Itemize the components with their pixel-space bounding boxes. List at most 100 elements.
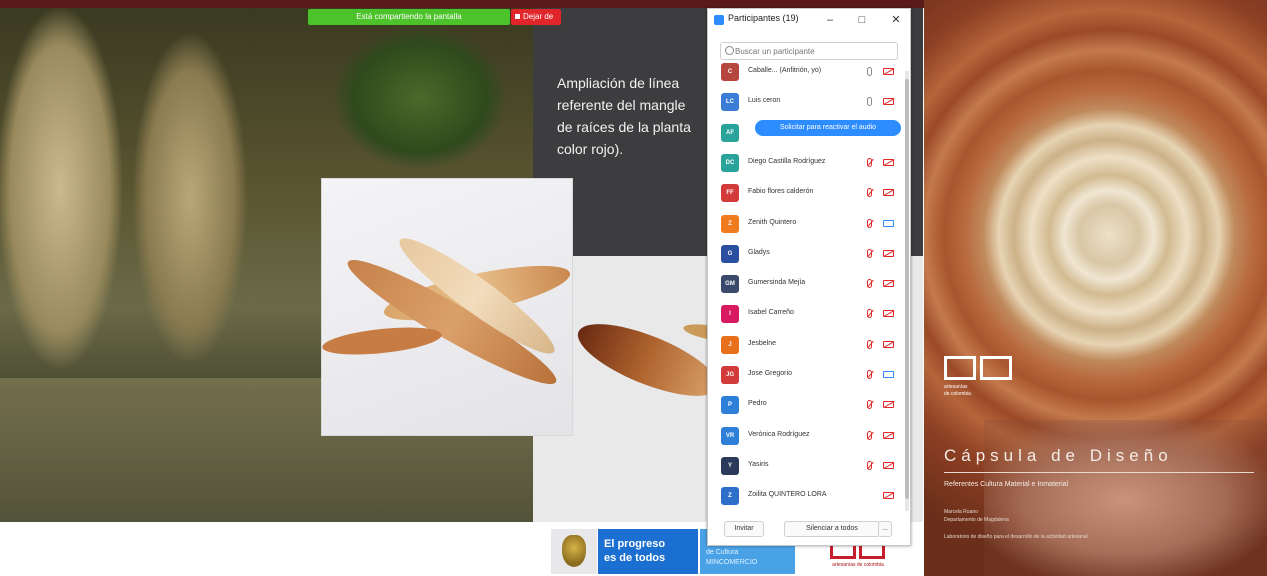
participant-name: Gladys	[748, 248, 770, 256]
request-unmute-button[interactable]: Solicitar para reactivar el audio	[755, 120, 901, 136]
participant-name: Luis ceron	[748, 97, 781, 105]
participant-row[interactable]: I Isabel Carreño	[708, 299, 904, 329]
cover-note: Laboratorio de diseño para el desarrollo…	[944, 534, 1088, 540]
participant-row[interactable]: C Caballe... (Anfitrión, yo)	[708, 57, 904, 87]
video-off-icon[interactable]	[883, 280, 894, 288]
screen-share-indicator[interactable]: Está compartiendo la pantalla	[308, 9, 510, 25]
participant-name: Jose Gregorio	[748, 370, 792, 377]
minimize-icon[interactable]: –	[822, 12, 838, 28]
video-off-icon[interactable]	[883, 310, 894, 318]
progress-line: es de todos	[604, 552, 666, 564]
participant-row[interactable]: Y Yasiris	[708, 451, 904, 481]
video-off-icon[interactable]	[883, 189, 894, 197]
basket-cover-photo	[924, 0, 1267, 576]
participant-row[interactable]: P Pedro	[708, 390, 904, 420]
logo-caption: artesanías de colombia	[832, 562, 884, 568]
coat-of-arms-icon	[562, 535, 586, 567]
participant-name: Pedro	[748, 400, 767, 408]
author-line: Departamento de Magdalena	[944, 517, 1009, 523]
avatar: G	[721, 244, 739, 263]
avatar: Y	[721, 456, 739, 475]
video-icon[interactable]	[883, 371, 894, 378]
video-off-icon[interactable]	[883, 340, 894, 348]
video-off-icon[interactable]	[883, 492, 894, 500]
mic-muted-icon[interactable]	[867, 218, 872, 228]
participants-scrollbar[interactable]	[905, 71, 909, 511]
participants-title: Participantes (19)	[728, 13, 799, 23]
participant-name: Zoilita QUINTERO LORA	[748, 491, 827, 499]
ministry-line: MINCOMERCIO	[706, 559, 758, 566]
participant-row[interactable]: FF Fabio flores calderón	[708, 178, 904, 208]
participants-titlebar[interactable]: Participantes (19) – □ ✕	[708, 9, 910, 31]
author-line: Marcela Ruano	[944, 509, 978, 515]
participants-window: Participantes (19) – □ ✕ C Caballe... (An…	[707, 8, 911, 546]
video-off-icon[interactable]	[883, 431, 894, 439]
avatar: AF	[721, 123, 739, 142]
stop-icon	[515, 14, 520, 19]
mic-icon[interactable]	[867, 67, 872, 76]
slide-text-line: Ampliación de línea	[557, 75, 680, 91]
participant-name: Jesbelne	[748, 339, 777, 347]
video-icon[interactable]	[883, 219, 894, 227]
mic-muted-icon[interactable]	[867, 430, 872, 440]
slide-text: Ampliación de línea referente del mangle…	[557, 72, 707, 160]
logo-caption: artesanías	[944, 384, 968, 390]
avatar: C	[721, 63, 739, 81]
participant-row[interactable]: Z Zoilita QUINTERO LORA	[708, 481, 904, 511]
participant-row[interactable]: Z Zenith Quintero	[708, 209, 904, 239]
mic-muted-icon[interactable]	[867, 248, 872, 258]
participant-name: Caballe... (Anfitrión, yo)	[748, 67, 822, 74]
participant-name: Gumersinda Mejía	[748, 279, 806, 287]
video-off-icon[interactable]	[883, 158, 894, 166]
logo-square-icon	[980, 356, 1012, 380]
video-off-icon[interactable]	[883, 68, 894, 75]
mic-muted-icon[interactable]	[867, 400, 872, 410]
mic-muted-icon[interactable]	[867, 339, 872, 349]
participant-row[interactable]: LC Luis ceron	[708, 87, 904, 117]
mic-muted-icon[interactable]	[867, 157, 872, 167]
video-off-icon[interactable]	[883, 401, 894, 409]
cover-title: Cápsula de Diseño	[944, 446, 1173, 465]
mic-muted-icon[interactable]	[867, 309, 872, 319]
avatar: Z	[721, 214, 739, 233]
participant-row[interactable]: G Gladys	[708, 239, 904, 269]
video-off-icon[interactable]	[883, 98, 894, 106]
mic-muted-icon[interactable]	[867, 279, 872, 289]
close-icon[interactable]: ✕	[888, 12, 904, 28]
screen-share-label: Está compartiendo la pantalla	[356, 12, 462, 21]
slide-text-line: color rojo).	[557, 141, 624, 157]
participant-row[interactable]: DC Diego Castilla Rodríguez	[708, 148, 904, 178]
video-off-icon[interactable]	[883, 461, 894, 469]
more-options-button[interactable]: ...	[878, 521, 892, 537]
mic-muted-icon[interactable]	[867, 370, 872, 379]
participant-name: Isabel Carreño	[748, 309, 794, 317]
cover-author: Marcela Ruano Departamento de Magdalena	[944, 508, 1009, 524]
scroll-thumb[interactable]	[905, 79, 909, 499]
participant-name: Zenith Quintero	[748, 218, 797, 226]
avatar: I	[721, 305, 739, 324]
invite-button[interactable]: Invitar	[724, 521, 764, 537]
mic-muted-icon[interactable]	[867, 188, 872, 198]
hand-image	[984, 420, 1267, 576]
slide-text-line: de raíces de la planta	[557, 119, 691, 135]
avatar: FF	[721, 184, 739, 203]
avatar: Z	[721, 487, 739, 506]
avatar: J	[721, 335, 739, 354]
mute-all-button[interactable]: Silenciar a todos	[784, 521, 880, 537]
mic-muted-icon[interactable]	[867, 460, 872, 470]
progress-line: El progreso	[604, 538, 666, 550]
participant-row[interactable]: JG Jose Gregorio	[708, 360, 904, 390]
avatar: GM	[721, 275, 739, 294]
mic-icon[interactable]	[867, 97, 872, 107]
avatar: P	[721, 396, 739, 415]
participant-name: Diego Castilla Rodríguez	[748, 157, 826, 165]
stop-share-button[interactable]: Dejar de	[511, 9, 561, 25]
participant-row[interactable]: VR Verónica Rodríguez	[708, 421, 904, 451]
participant-search-input[interactable]	[735, 44, 893, 58]
maximize-icon[interactable]: □	[854, 12, 870, 28]
slide-text-line: referente del mangle	[557, 97, 686, 113]
participant-row[interactable]: GM Gumersinda Mejía	[708, 269, 904, 299]
search-icon	[725, 46, 734, 55]
participant-row[interactable]: J Jesbelne	[708, 330, 904, 360]
video-off-icon[interactable]	[883, 249, 894, 257]
